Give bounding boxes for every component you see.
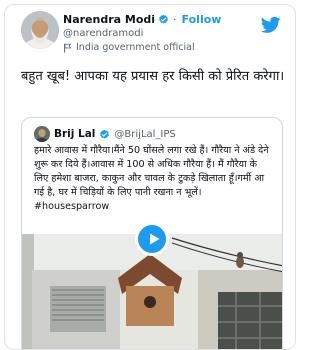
follow-button[interactable]: Follow <box>182 13 222 26</box>
quoted-tweet[interactable]: Brij Lal @BrijLal_IPS हमारे आवास में गौर… <box>21 117 283 349</box>
quoted-author-name[interactable]: Brij Lal <box>54 128 95 140</box>
quoted-author-handle[interactable]: @BrijLal_IPS <box>114 129 175 140</box>
verified-badge-icon <box>100 129 110 139</box>
verified-badge-icon <box>159 14 168 24</box>
quoted-tweet-text: हमारे आवास में गौरैया।मैंने 50 घोंसले लग… <box>34 145 269 212</box>
author-name-row: Narendra Modi · Follow <box>63 13 221 26</box>
profile-photo <box>21 11 59 49</box>
quoted-profile-photo <box>34 126 50 142</box>
play-button[interactable] <box>135 222 169 256</box>
play-icon <box>150 233 160 245</box>
separator-dot: · <box>173 13 177 26</box>
author-avatar[interactable] <box>21 11 59 49</box>
author-name[interactable]: Narendra Modi <box>63 13 155 26</box>
government-label-row: India government official <box>63 42 195 53</box>
author-handle[interactable]: @narendramodi <box>63 28 143 39</box>
quoted-author-avatar[interactable] <box>34 126 50 142</box>
embedded-tweet-card: Narendra Modi · Follow @narendramodi Ind… <box>4 4 296 350</box>
quoted-author-row: Brij Lal @BrijLal_IPS <box>34 126 176 142</box>
flag-icon <box>64 43 72 53</box>
twitter-bird-icon[interactable] <box>261 16 281 34</box>
tweet-text: बहुत खूब! आपका यह प्रयास हर किसी को प्रे… <box>21 69 285 84</box>
government-official-label: India government official <box>76 42 195 53</box>
